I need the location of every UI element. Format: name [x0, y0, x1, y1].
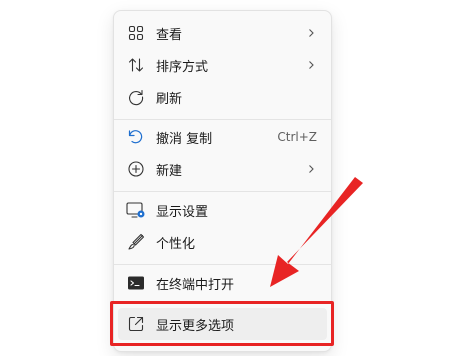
annotation-arrow-shape: [270, 177, 363, 287]
annotation-arrow: [270, 177, 363, 287]
